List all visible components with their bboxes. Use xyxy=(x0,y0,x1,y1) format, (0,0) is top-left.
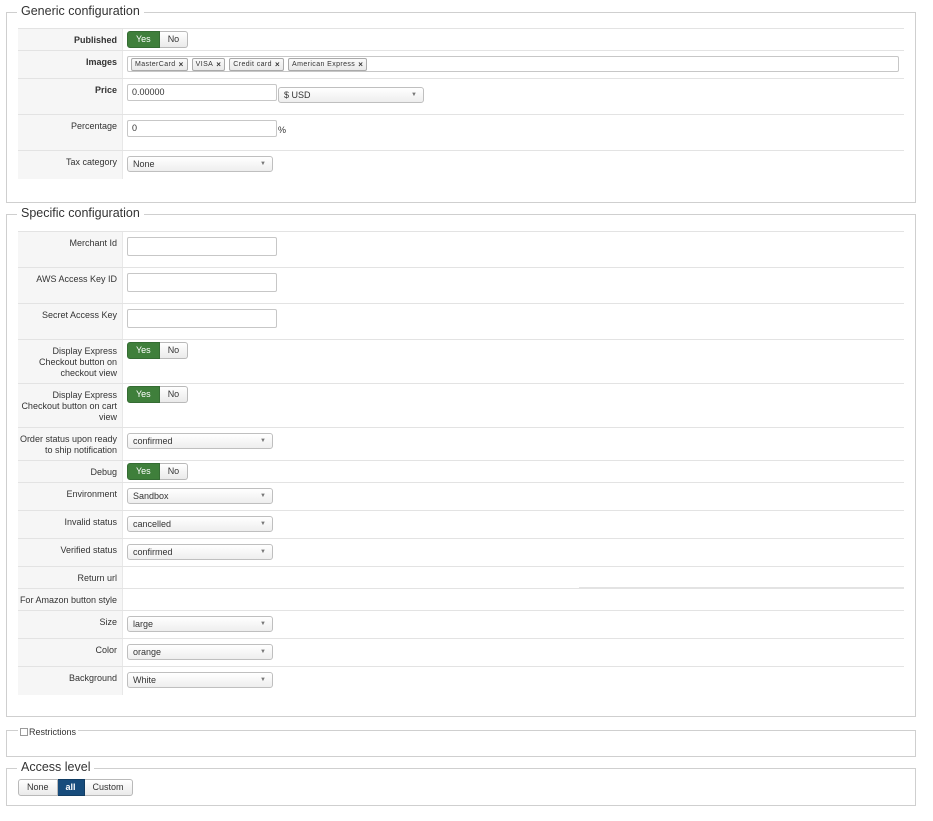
order-status-ship-select[interactable]: confirmed ▼ xyxy=(127,433,273,449)
images-row: Images MasterCard × VISA × Credit card × Am… xyxy=(18,50,904,79)
color-label: Color xyxy=(95,645,117,655)
restrictions-legend[interactable]: Restrictions xyxy=(18,727,79,737)
order-status-ship-row: Order status upon ready to ship notifica… xyxy=(18,427,904,461)
size-row: Size large ▼ xyxy=(18,610,904,639)
restrictions-fieldset: Restrictions xyxy=(6,727,916,757)
generic-configuration-legend: Generic configuration xyxy=(17,4,144,18)
percentage-input[interactable]: 0 xyxy=(127,120,277,137)
invalid-status-label: Invalid status xyxy=(64,517,117,527)
merchant-id-label: Merchant Id xyxy=(69,238,117,248)
color-select[interactable]: orange ▼ xyxy=(127,644,273,660)
image-tag: American Express × xyxy=(288,57,368,71)
restrictions-label: Restrictions xyxy=(29,727,77,737)
secret-access-key-row: Secret Access Key xyxy=(18,303,904,340)
price-input[interactable]: 0.00000 xyxy=(127,84,277,101)
chevron-down-icon: ▼ xyxy=(260,621,266,627)
images-tag-input[interactable]: MasterCard × VISA × Credit card × American … xyxy=(127,56,899,72)
price-label: Price xyxy=(94,85,117,95)
access-level-fieldset: Access level None all Custom xyxy=(6,760,916,806)
chevron-down-icon: ▼ xyxy=(260,649,266,655)
tax-category-select[interactable]: None ▼ xyxy=(127,156,273,172)
amazon-button-style-label: For Amazon button style xyxy=(19,595,117,605)
debug-row: Debug Yes No xyxy=(18,460,904,483)
aws-access-key-id-label: AWS Access Key ID xyxy=(36,274,117,284)
background-row: Background White ▼ xyxy=(18,666,904,695)
aws-access-key-id-row: AWS Access Key ID xyxy=(18,267,904,304)
tax-category-row: Tax category None ▼ xyxy=(18,150,904,179)
published-toggle[interactable]: Yes No xyxy=(127,31,189,48)
display-express-cart-view-toggle[interactable]: Yes No xyxy=(127,386,189,403)
price-row: Price 0.00000 $ USD ▼ xyxy=(18,78,904,115)
percent-unit: % xyxy=(278,125,287,135)
environment-row: Environment Sandbox ▼ xyxy=(18,482,904,511)
aws-access-key-id-input[interactable] xyxy=(127,273,277,292)
checkbox-icon[interactable] xyxy=(20,728,28,736)
verified-status-select[interactable]: confirmed ▼ xyxy=(127,544,273,560)
access-custom-button[interactable]: Custom xyxy=(84,779,133,796)
display-express-checkout-view-no-button[interactable]: No xyxy=(159,342,189,359)
chevron-down-icon: ▼ xyxy=(260,677,266,683)
size-select[interactable]: large ▼ xyxy=(127,616,273,632)
environment-label: Environment xyxy=(66,489,117,499)
specific-configuration-legend: Specific configuration xyxy=(17,206,144,220)
display-express-cart-view-no-button[interactable]: No xyxy=(159,386,189,403)
display-express-cart-view-row: Display Express Checkout button on cart … xyxy=(18,383,904,428)
verified-status-label: Verified status xyxy=(60,545,117,555)
close-icon[interactable]: × xyxy=(216,60,221,69)
chevron-down-icon: ▼ xyxy=(260,549,266,555)
image-tag: VISA × xyxy=(191,57,226,71)
merchant-id-input[interactable] xyxy=(127,237,277,256)
close-icon[interactable]: × xyxy=(358,60,363,69)
verified-status-row: Verified status confirmed ▼ xyxy=(18,538,904,567)
secret-access-key-label: Secret Access Key xyxy=(41,310,117,320)
chevron-down-icon: ▼ xyxy=(260,521,266,527)
percentage-row: Percentage 0 % xyxy=(18,114,904,151)
debug-no-button[interactable]: No xyxy=(159,463,189,480)
amazon-button-style-row: For Amazon button style xyxy=(18,588,904,611)
display-express-checkout-view-toggle[interactable]: Yes No xyxy=(127,342,189,359)
access-level-toggle[interactable]: None all Custom xyxy=(18,779,133,796)
generic-configuration-fieldset: Generic configuration Published Yes No I… xyxy=(6,4,916,203)
background-select[interactable]: White ▼ xyxy=(127,672,273,688)
image-tag: Credit card × xyxy=(229,57,285,71)
image-tag: MasterCard × xyxy=(131,57,188,71)
published-row: Published Yes No xyxy=(18,28,904,51)
background-label: Background xyxy=(68,673,117,683)
invalid-status-select[interactable]: cancelled ▼ xyxy=(127,516,273,532)
specific-configuration-fieldset: Specific configuration Merchant Id AWS A… xyxy=(6,206,916,717)
published-yes-button[interactable]: Yes xyxy=(127,31,160,48)
published-label: Published xyxy=(73,35,117,45)
chevron-down-icon: ▼ xyxy=(411,92,417,98)
debug-toggle[interactable]: Yes No xyxy=(127,463,189,480)
secret-access-key-input[interactable] xyxy=(127,309,277,328)
chevron-down-icon: ▼ xyxy=(260,161,266,167)
display-express-cart-view-label: Display Express Checkout button on cart … xyxy=(21,390,117,422)
debug-label: Debug xyxy=(90,467,117,477)
chevron-down-icon: ▼ xyxy=(260,493,266,499)
close-icon[interactable]: × xyxy=(275,60,280,69)
size-label: Size xyxy=(99,617,117,627)
debug-yes-button[interactable]: Yes xyxy=(127,463,160,480)
close-icon[interactable]: × xyxy=(179,60,184,69)
chevron-down-icon: ▼ xyxy=(260,438,266,444)
images-label: Images xyxy=(85,57,117,67)
access-all-button[interactable]: all xyxy=(57,779,85,796)
access-level-legend: Access level xyxy=(17,760,95,774)
display-express-checkout-view-label: Display Express Checkout button on check… xyxy=(38,346,117,378)
currency-select[interactable]: $ USD ▼ xyxy=(278,87,424,103)
environment-select[interactable]: Sandbox ▼ xyxy=(127,488,273,504)
merchant-id-row: Merchant Id xyxy=(18,231,904,268)
display-express-cart-view-yes-button[interactable]: Yes xyxy=(127,386,160,403)
display-express-checkout-view-yes-button[interactable]: Yes xyxy=(127,342,160,359)
color-row: Color orange ▼ xyxy=(18,638,904,667)
order-status-ship-label: Order status upon ready to ship notifica… xyxy=(19,434,117,455)
return-url-row: Return url xyxy=(18,566,904,589)
percentage-label: Percentage xyxy=(70,121,117,131)
access-none-button[interactable]: None xyxy=(18,779,58,796)
published-no-button[interactable]: No xyxy=(159,31,189,48)
display-express-checkout-view-row: Display Express Checkout button on check… xyxy=(18,339,904,384)
return-url-label: Return url xyxy=(77,573,117,583)
invalid-status-row: Invalid status cancelled ▼ xyxy=(18,510,904,539)
tax-category-label: Tax category xyxy=(65,157,117,167)
